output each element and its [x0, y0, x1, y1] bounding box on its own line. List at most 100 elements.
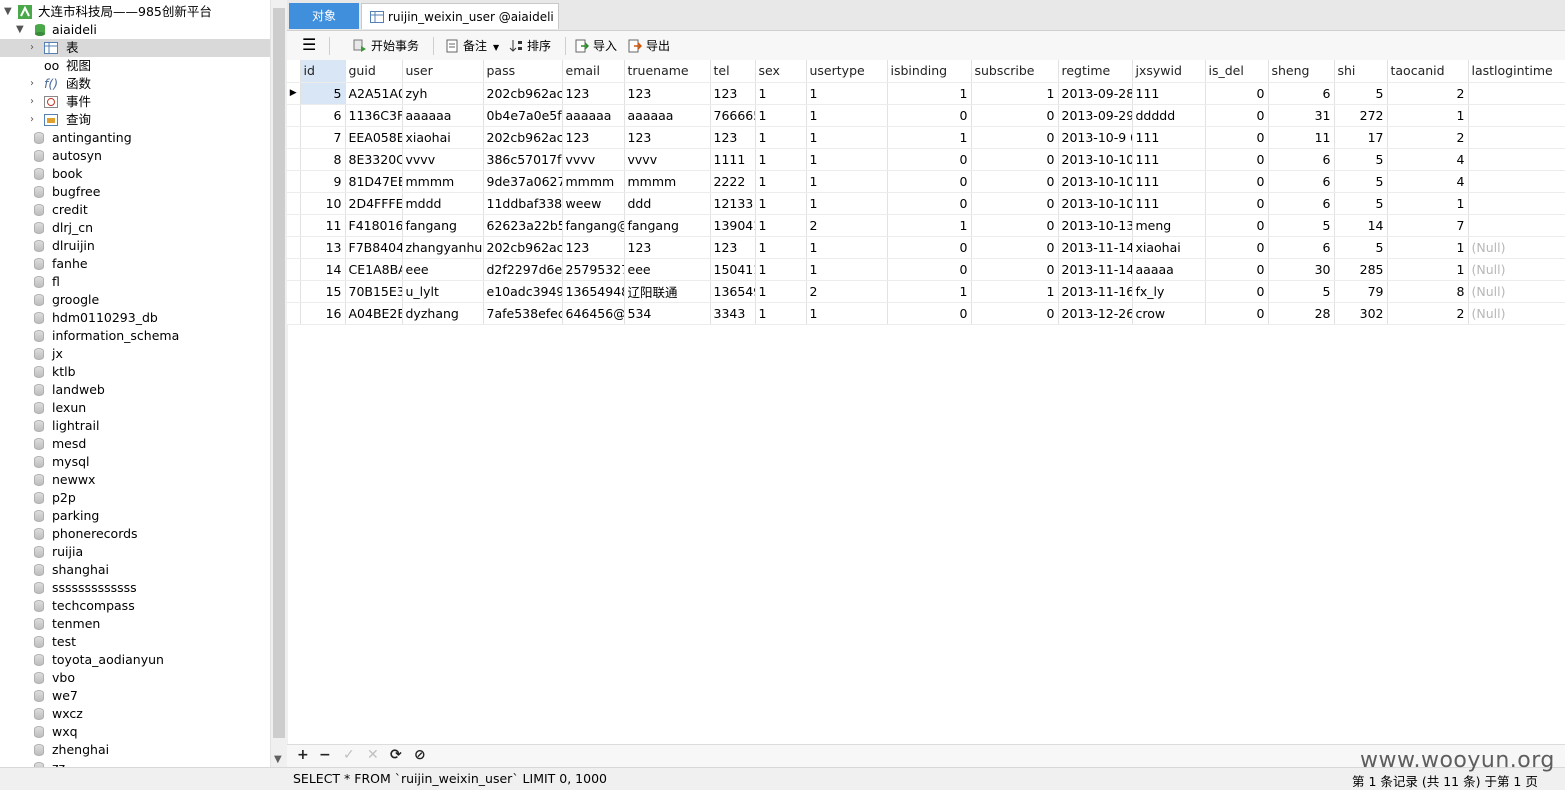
row-indicator[interactable]	[287, 148, 301, 171]
row-indicator[interactable]	[287, 104, 301, 127]
cell-jxsywid[interactable]: 111	[1132, 170, 1206, 193]
cell-subscribe[interactable]: 0	[971, 170, 1059, 193]
cell-usertype[interactable]: 1	[806, 236, 888, 259]
cell-usertype[interactable]: 1	[806, 170, 888, 193]
cell-shi[interactable]: 5	[1334, 192, 1388, 215]
row-indicator[interactable]	[287, 170, 301, 193]
cell-usertype[interactable]: 1	[806, 104, 888, 127]
cell-shi[interactable]: 5	[1334, 236, 1388, 259]
cell-isbinding[interactable]: 1	[887, 280, 972, 303]
cell-usertype[interactable]: 1	[806, 258, 888, 281]
cell-sex[interactable]: 1	[755, 258, 807, 281]
tree-database-item[interactable]: hdm0110293_db	[0, 309, 270, 327]
table-row[interactable]: 13F7B8404(zhangyanhui202cb962ac512312312…	[287, 236, 1565, 259]
cell-subscribe[interactable]: 1	[971, 82, 1059, 105]
cell-truename[interactable]: 123	[624, 82, 711, 105]
data-grid[interactable]: id guid user pass email truename tel sex usertyp…	[287, 60, 1565, 325]
cell-truename[interactable]: 123	[624, 236, 711, 259]
cell-sex[interactable]: 1	[755, 236, 807, 259]
cell-lastlogintime[interactable]	[1468, 104, 1565, 127]
cell-guid[interactable]: 8E3320C(	[345, 148, 403, 171]
tree-database-aiaideli[interactable]: ▼ aiaideli	[0, 21, 270, 39]
cell-is_del[interactable]: 0	[1205, 82, 1269, 105]
cell-is_del[interactable]: 0	[1205, 236, 1269, 259]
cell-taocanid[interactable]: 8	[1387, 280, 1469, 303]
cell-isbinding[interactable]: 0	[887, 258, 972, 281]
cell-usertype[interactable]: 2	[806, 280, 888, 303]
cell-isbinding[interactable]: 1	[887, 214, 972, 237]
cell-email[interactable]: 123	[562, 126, 625, 149]
cell-id[interactable]: 7	[300, 126, 346, 149]
cell-shi[interactable]: 5	[1334, 82, 1388, 105]
cell-regtime[interactable]: 2013-10-10 `	[1058, 148, 1133, 171]
tree-database-item[interactable]: lightrail	[0, 417, 270, 435]
table-row[interactable]: 1570B15E3(u_lylte10adc3949b13654948(辽阳联通…	[287, 280, 1565, 303]
tree-connection[interactable]: ▼ 大连市科技局——985创新平台	[0, 3, 270, 21]
apply-changes-button[interactable]: ✓	[343, 747, 355, 763]
cell-guid[interactable]: 81D47EE5	[345, 170, 403, 193]
column-header-regtime[interactable]: regtime	[1058, 60, 1133, 83]
cell-is_del[interactable]: 0	[1205, 302, 1269, 325]
cell-is_del[interactable]: 0	[1205, 214, 1269, 237]
cell-subscribe[interactable]: 0	[971, 214, 1059, 237]
cell-is_del[interactable]: 0	[1205, 126, 1269, 149]
tree-node-events[interactable]: › 事件	[0, 93, 270, 111]
tree-node-functions[interactable]: › f() 函数	[0, 75, 270, 93]
cell-tel[interactable]: 3343	[710, 302, 756, 325]
cell-email[interactable]: 646456@c	[562, 302, 625, 325]
column-header-isbinding[interactable]: isbinding	[887, 60, 972, 83]
cell-lastlogintime[interactable]: (Null)	[1468, 236, 1565, 259]
tree-database-item[interactable]: wxcz	[0, 705, 270, 723]
cell-taocanid[interactable]: 4	[1387, 170, 1469, 193]
column-header-email[interactable]: email	[562, 60, 625, 83]
cell-sheng[interactable]: 5	[1268, 214, 1335, 237]
cell-jxsywid[interactable]: 111	[1132, 82, 1206, 105]
cell-regtime[interactable]: 2013-10-10 `	[1058, 192, 1133, 215]
cell-email[interactable]: aaaaaa	[562, 104, 625, 127]
cell-regtime[interactable]: 2013-10-9 0`	[1058, 126, 1133, 149]
cell-is_del[interactable]: 0	[1205, 192, 1269, 215]
cell-user[interactable]: zyh	[402, 82, 484, 105]
cell-tel[interactable]: 1111	[710, 148, 756, 171]
row-indicator[interactable]	[287, 192, 301, 215]
cell-shi[interactable]: 5	[1334, 170, 1388, 193]
cell-id[interactable]: 16	[300, 302, 346, 325]
cell-subscribe[interactable]: 0	[971, 302, 1059, 325]
tree-database-item[interactable]: autosyn	[0, 147, 270, 165]
tree-database-item[interactable]: book	[0, 165, 270, 183]
cell-usertype[interactable]: 1	[806, 148, 888, 171]
cell-id[interactable]: 10	[300, 192, 346, 215]
cell-is_del[interactable]: 0	[1205, 170, 1269, 193]
cell-sheng[interactable]: 30	[1268, 258, 1335, 281]
cell-pass[interactable]: 202cb962ac5	[483, 236, 563, 259]
tree-database-item[interactable]: mesd	[0, 435, 270, 453]
cell-taocanid[interactable]: 1	[1387, 258, 1469, 281]
column-header-subscribe[interactable]: subscribe	[971, 60, 1059, 83]
cell-lastlogintime[interactable]: (Null)	[1468, 302, 1565, 325]
cell-sheng[interactable]: 6	[1268, 192, 1335, 215]
cell-guid[interactable]: A04BE2BI	[345, 302, 403, 325]
cell-jxsywid[interactable]: 111	[1132, 192, 1206, 215]
cell-guid[interactable]: 70B15E3(	[345, 280, 403, 303]
cell-sheng[interactable]: 6	[1268, 82, 1335, 105]
cell-usertype[interactable]: 2	[806, 214, 888, 237]
cell-jxsywid[interactable]: 111	[1132, 126, 1206, 149]
cell-sex[interactable]: 1	[755, 104, 807, 127]
scroll-down-icon[interactable]: ▼	[274, 754, 282, 765]
cell-user[interactable]: mddd	[402, 192, 484, 215]
cell-sheng[interactable]: 5	[1268, 280, 1335, 303]
cell-lastlogintime[interactable]	[1468, 192, 1565, 215]
cell-jxsywid[interactable]: fx_ly	[1132, 280, 1206, 303]
cell-tel[interactable]: 766665	[710, 104, 756, 127]
cell-taocanid[interactable]: 2	[1387, 302, 1469, 325]
cell-shi[interactable]: 79	[1334, 280, 1388, 303]
cell-email[interactable]: 25795327`	[562, 258, 625, 281]
cell-tel[interactable]: 123	[710, 82, 756, 105]
import-button[interactable]: 导入	[575, 36, 617, 56]
cell-taocanid[interactable]: 7	[1387, 214, 1469, 237]
cell-taocanid[interactable]: 4	[1387, 148, 1469, 171]
tree-database-item[interactable]: wxq	[0, 723, 270, 741]
cell-usertype[interactable]: 1	[806, 192, 888, 215]
cell-lastlogintime[interactable]: (Null)	[1468, 280, 1565, 303]
cell-is_del[interactable]: 0	[1205, 258, 1269, 281]
